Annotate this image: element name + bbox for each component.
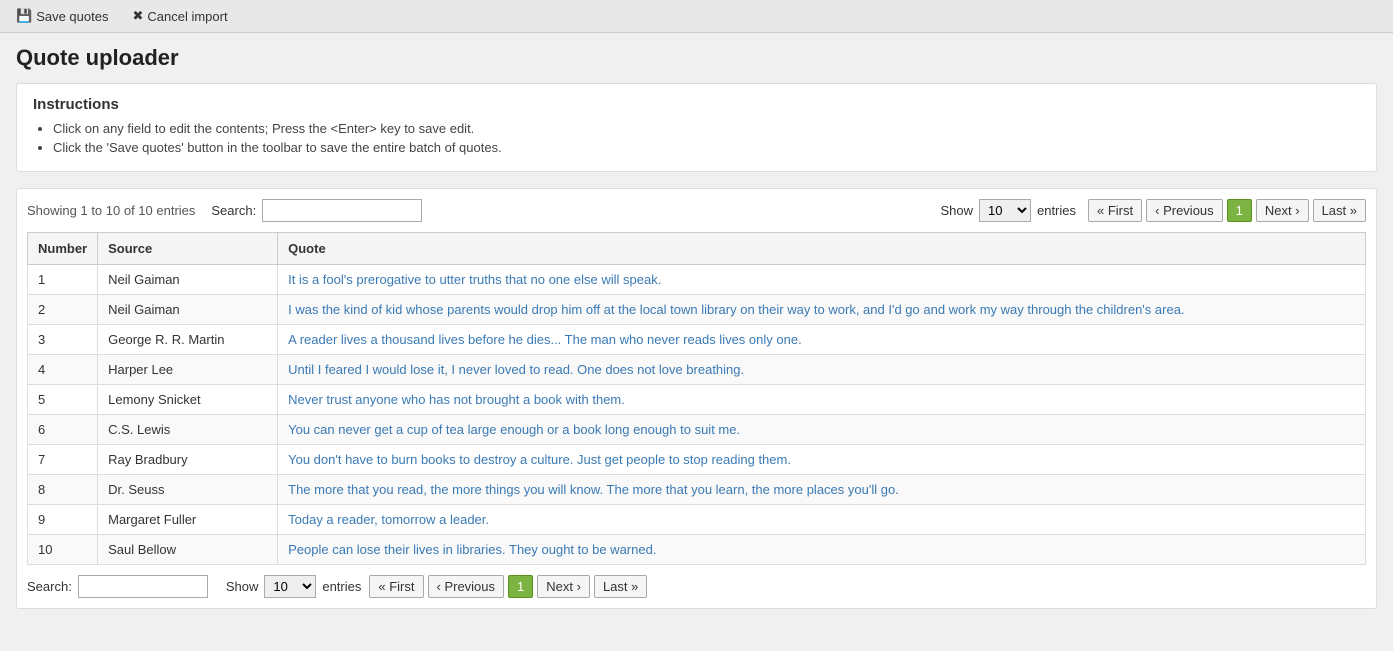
search-input-top[interactable] [262, 199, 422, 222]
entries-label-bottom: entries [322, 579, 361, 594]
instructions-box: Instructions Click on any field to edit … [16, 83, 1377, 172]
last-page-button-bottom[interactable]: Last » [594, 575, 647, 598]
toolbar: 💾 Save quotes ✖ Cancel import [0, 0, 1393, 33]
cell-quote[interactable]: It is a fool's prerogative to utter trut… [278, 265, 1366, 295]
cell-source[interactable]: Harper Lee [98, 355, 278, 385]
cell-number[interactable]: 7 [28, 445, 98, 475]
cell-source[interactable]: Lemony Snicket [98, 385, 278, 415]
cell-source[interactable]: Saul Bellow [98, 535, 278, 565]
cell-number[interactable]: 8 [28, 475, 98, 505]
cell-quote[interactable]: Today a reader, tomorrow a leader. [278, 505, 1366, 535]
show-select-bottom[interactable]: 10 25 50 100 [264, 575, 316, 598]
cancel-import-label: Cancel import [147, 9, 227, 24]
cancel-icon: ✖ [132, 8, 143, 24]
show-label-top: Show [940, 203, 973, 218]
cell-number[interactable]: 2 [28, 295, 98, 325]
cell-quote[interactable]: You can never get a cup of tea large eno… [278, 415, 1366, 445]
cell-source[interactable]: George R. R. Martin [98, 325, 278, 355]
cell-number[interactable]: 10 [28, 535, 98, 565]
table-row: 3George R. R. MartinA reader lives a tho… [28, 325, 1366, 355]
first-page-button-bottom[interactable]: « First [369, 575, 423, 598]
table-header-row: Number Source Quote [28, 233, 1366, 265]
cell-source[interactable]: Margaret Fuller [98, 505, 278, 535]
table-row: 8Dr. SeussThe more that you read, the mo… [28, 475, 1366, 505]
cell-number[interactable]: 5 [28, 385, 98, 415]
cell-number[interactable]: 1 [28, 265, 98, 295]
first-page-button-top[interactable]: « First [1088, 199, 1142, 222]
cell-source[interactable]: C.S. Lewis [98, 415, 278, 445]
instructions-title: Instructions [33, 96, 1360, 113]
cell-quote[interactable]: I was the kind of kid whose parents woul… [278, 295, 1366, 325]
cell-number[interactable]: 3 [28, 325, 98, 355]
cancel-import-button[interactable]: ✖ Cancel import [128, 6, 231, 26]
table-row: 7Ray BradburyYou don't have to burn book… [28, 445, 1366, 475]
cell-quote[interactable]: You don't have to burn books to destroy … [278, 445, 1366, 475]
instructions-list: Click on any field to edit the contents;… [33, 121, 1360, 155]
search-area-bottom: Search: [27, 575, 208, 598]
current-page-bottom[interactable]: 1 [508, 575, 533, 598]
col-header-number: Number [28, 233, 98, 265]
col-header-source: Source [98, 233, 278, 265]
show-select-top[interactable]: 10 25 50 100 [979, 199, 1031, 222]
table-controls-top: Showing 1 to 10 of 10 entries Search: Sh… [27, 199, 1366, 222]
table-container: Showing 1 to 10 of 10 entries Search: Sh… [16, 188, 1377, 609]
main-content: Quote uploader Instructions Click on any… [0, 33, 1393, 621]
instruction-item-1: Click on any field to edit the contents;… [53, 121, 1360, 136]
current-page-top[interactable]: 1 [1227, 199, 1252, 222]
pagination-top: « First ‹ Previous 1 Next › Last » [1088, 199, 1366, 222]
instruction-item-2: Click the 'Save quotes' button in the to… [53, 140, 1360, 155]
last-page-button-top[interactable]: Last » [1313, 199, 1366, 222]
cell-number[interactable]: 4 [28, 355, 98, 385]
table-controls-bottom: Search: Show 10 25 50 100 entries « Firs… [27, 575, 1366, 598]
save-quotes-button[interactable]: 💾 Save quotes [12, 6, 112, 26]
save-quotes-label: Save quotes [36, 9, 108, 24]
table-row: 9Margaret FullerToday a reader, tomorrow… [28, 505, 1366, 535]
cell-source[interactable]: Ray Bradbury [98, 445, 278, 475]
table-row: 1Neil GaimanIt is a fool's prerogative t… [28, 265, 1366, 295]
cell-quote[interactable]: People can lose their lives in libraries… [278, 535, 1366, 565]
cell-quote[interactable]: The more that you read, the more things … [278, 475, 1366, 505]
cell-quote[interactable]: Until I feared I would lose it, I never … [278, 355, 1366, 385]
show-entries-top: Show 10 25 50 100 entries [940, 199, 1076, 222]
cell-source[interactable]: Neil Gaiman [98, 265, 278, 295]
next-page-button-top[interactable]: Next › [1256, 199, 1309, 222]
cell-quote[interactable]: A reader lives a thousand lives before h… [278, 325, 1366, 355]
cell-source[interactable]: Neil Gaiman [98, 295, 278, 325]
search-label-bottom: Search: [27, 579, 72, 594]
cell-source[interactable]: Dr. Seuss [98, 475, 278, 505]
table-row: 4Harper LeeUntil I feared I would lose i… [28, 355, 1366, 385]
show-entries-bottom: Show 10 25 50 100 entries [226, 575, 362, 598]
prev-page-button-top[interactable]: ‹ Previous [1146, 199, 1223, 222]
table-row: 6C.S. LewisYou can never get a cup of te… [28, 415, 1366, 445]
entries-label-top: entries [1037, 203, 1076, 218]
search-area-top: Search: [211, 199, 422, 222]
pagination-bottom: « First ‹ Previous 1 Next › Last » [369, 575, 647, 598]
search-label-top: Search: [211, 203, 256, 218]
save-icon: 💾 [16, 8, 32, 24]
table-row: 5Lemony SnicketNever trust anyone who ha… [28, 385, 1366, 415]
next-page-button-bottom[interactable]: Next › [537, 575, 590, 598]
cell-number[interactable]: 9 [28, 505, 98, 535]
col-header-quote: Quote [278, 233, 1366, 265]
show-label-bottom: Show [226, 579, 259, 594]
cell-number[interactable]: 6 [28, 415, 98, 445]
table-row: 10Saul BellowPeople can lose their lives… [28, 535, 1366, 565]
prev-page-button-bottom[interactable]: ‹ Previous [428, 575, 505, 598]
table-row: 2Neil GaimanI was the kind of kid whose … [28, 295, 1366, 325]
quotes-table: Number Source Quote 1Neil GaimanIt is a … [27, 232, 1366, 565]
search-input-bottom[interactable] [78, 575, 208, 598]
cell-quote[interactable]: Never trust anyone who has not brought a… [278, 385, 1366, 415]
showing-text: Showing 1 to 10 of 10 entries [27, 203, 195, 218]
page-title: Quote uploader [16, 45, 1377, 71]
